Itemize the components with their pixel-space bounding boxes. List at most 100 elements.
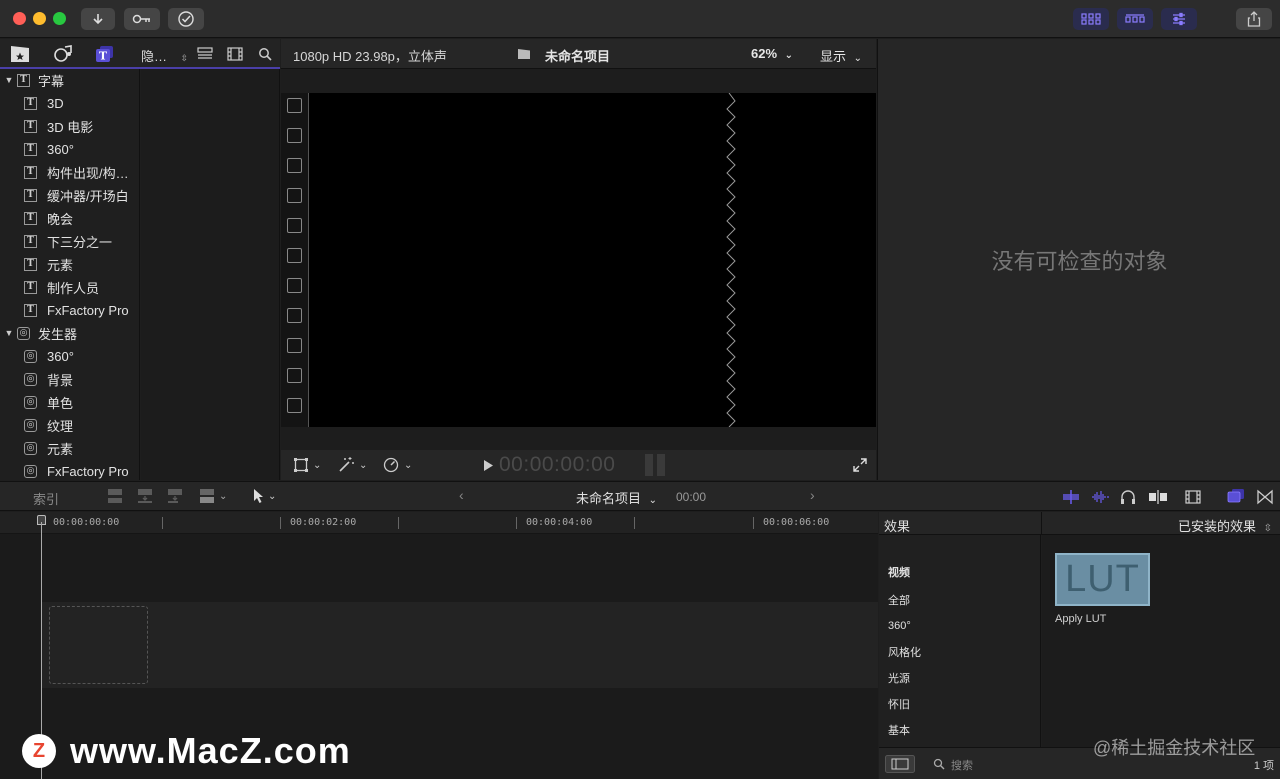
show-timeline-button[interactable]: [1117, 8, 1153, 30]
primary-storyline[interactable]: [42, 602, 878, 688]
titles-icon: T: [96, 46, 113, 63]
enhance-popup[interactable]: ⌄: [337, 456, 367, 474]
category-retro[interactable]: 怀旧: [879, 691, 1041, 717]
search-icon: [259, 48, 272, 61]
generator-icon: ◎: [24, 441, 37, 455]
list-item[interactable]: ◎ 元素: [0, 437, 139, 459]
generator-icon: ◎: [24, 464, 37, 478]
category-all[interactable]: 全部: [879, 587, 1041, 613]
category-360[interactable]: 360°: [879, 613, 1041, 639]
check-circle-icon: [178, 11, 194, 27]
show-inspector-button[interactable]: [1161, 8, 1197, 30]
keywords-button[interactable]: [124, 8, 160, 30]
transform-popup[interactable]: ⌄: [293, 457, 321, 473]
grid-icon: [1081, 13, 1101, 25]
clip-appearance-button[interactable]: [195, 45, 215, 63]
list-item[interactable]: T 下三分之一: [0, 230, 139, 252]
list-item[interactable]: ◎ 单色: [0, 391, 139, 413]
clip-appearance-icon[interactable]: [1185, 489, 1201, 505]
list-item[interactable]: T FxFactory Pro: [0, 299, 139, 321]
category-basics[interactable]: 基本: [879, 717, 1041, 743]
list-item[interactable]: ◎ 纹理: [0, 414, 139, 436]
chevron-down-icon: ⌄: [784, 50, 794, 61]
installed-effects-popup[interactable]: 已安装的效果 ⇳: [1178, 516, 1272, 535]
list-item[interactable]: T 晚会: [0, 207, 139, 229]
skimming-icon[interactable]: [1061, 489, 1081, 505]
disclosure-triangle-icon[interactable]: ▼: [3, 328, 15, 338]
list-item[interactable]: T 构件出现/构…: [0, 161, 139, 183]
effects-browser-icon[interactable]: [1227, 488, 1245, 504]
sidebar-toggle-icon[interactable]: [885, 755, 915, 773]
effect-name: Apply LUT: [1055, 613, 1107, 625]
headphones-icon[interactable]: [1120, 489, 1136, 505]
history-forward-button[interactable]: ›: [810, 487, 815, 503]
item-label: 360°: [47, 141, 74, 157]
generator-icon: ◎: [24, 349, 37, 363]
index-button[interactable]: 索引: [33, 489, 59, 508]
titles-group[interactable]: ▼ T 字幕: [0, 69, 139, 91]
background-tasks-button[interactable]: [168, 8, 204, 30]
macz-watermark: Z www.MacZ.com: [22, 730, 351, 772]
import-button[interactable]: [81, 8, 115, 30]
append-clip-icon[interactable]: [166, 488, 184, 504]
viewer-canvas[interactable]: [281, 93, 876, 427]
retime-popup[interactable]: ⌄: [382, 456, 412, 474]
list-item[interactable]: T 元素: [0, 253, 139, 275]
share-button[interactable]: [1236, 8, 1272, 30]
list-item[interactable]: T 360°: [0, 138, 139, 160]
divider: [1041, 512, 1042, 535]
ruler-label: 00:00:00:00: [53, 517, 120, 528]
list-item[interactable]: ◎ 背景: [0, 368, 139, 390]
minimize-window-button[interactable]: [33, 12, 46, 25]
generators-group[interactable]: ▼ ◎ 发生器: [0, 322, 139, 344]
macz-site-text: www.MacZ.com: [70, 730, 351, 771]
display-popup[interactable]: 显示 ⌄: [820, 46, 862, 65]
title-t-icon: T: [17, 73, 30, 87]
list-item[interactable]: ◎ 360°: [0, 345, 139, 367]
title-t-icon: T: [24, 96, 37, 110]
libraries-tab[interactable]: [10, 45, 30, 63]
empty-storyline-placeholder[interactable]: [49, 606, 148, 684]
frame-box: [287, 128, 302, 143]
tool-popup[interactable]: ⌄: [253, 488, 276, 504]
project-duration: 00:00: [676, 490, 707, 504]
connect-clip-icon[interactable]: [106, 488, 124, 504]
zoom-popup[interactable]: 62% ⌄: [751, 46, 793, 61]
fullscreen-button[interactable]: [852, 457, 868, 473]
disclosure-triangle-icon[interactable]: ▼: [3, 75, 15, 85]
category-stylize[interactable]: 风格化: [879, 639, 1041, 665]
filter-popup[interactable]: 隐… ⇳: [141, 46, 188, 65]
search-button[interactable]: [255, 45, 275, 63]
snapping-icon[interactable]: [1148, 489, 1168, 505]
chevron-down-icon: ⌄: [648, 495, 658, 506]
timecode-display[interactable]: 00:00:00:00: [499, 453, 615, 477]
list-item[interactable]: T 缓冲器/开场白: [0, 184, 139, 206]
titles-generators-tab[interactable]: T: [95, 45, 115, 63]
list-item[interactable]: T 3D 电影: [0, 115, 139, 137]
zoom-window-button[interactable]: [53, 12, 66, 25]
overwrite-popup[interactable]: ⌄: [198, 488, 227, 504]
format-label: 1080p HD 23.98p，立体声: [293, 49, 447, 64]
list-item[interactable]: ◎ FxFactory Pro: [0, 460, 139, 480]
film-icon: [227, 47, 243, 61]
insert-clip-icon[interactable]: [136, 488, 154, 504]
project-popup[interactable]: 未命名项目 ⌄: [576, 488, 657, 507]
category-light[interactable]: 光源: [879, 665, 1041, 691]
title-t-icon: T: [24, 119, 37, 133]
photos-audio-tab[interactable]: [53, 45, 73, 63]
generator-icon: ◎: [17, 326, 30, 340]
timeline-ruler[interactable]: 00:00:00:00 00:00:02:00 00:00:04:00 00:0…: [0, 512, 878, 534]
list-item[interactable]: T 3D: [0, 92, 139, 114]
history-back-button[interactable]: ‹: [459, 487, 464, 503]
transitions-browser-icon[interactable]: [1257, 489, 1273, 505]
chevron-down-icon: ⌄: [404, 459, 413, 471]
ruler-tick: [753, 517, 754, 529]
show-browser-button[interactable]: [1073, 8, 1109, 30]
item-label: 晚会: [47, 211, 74, 227]
close-window-button[interactable]: [13, 12, 26, 25]
apply-lut-thumbnail[interactable]: LUT: [1055, 553, 1150, 606]
play-button[interactable]: [483, 460, 493, 471]
list-item[interactable]: T 制作人员: [0, 276, 139, 298]
audio-skimming-icon[interactable]: [1090, 489, 1110, 505]
filmstrip-button[interactable]: [225, 45, 245, 63]
